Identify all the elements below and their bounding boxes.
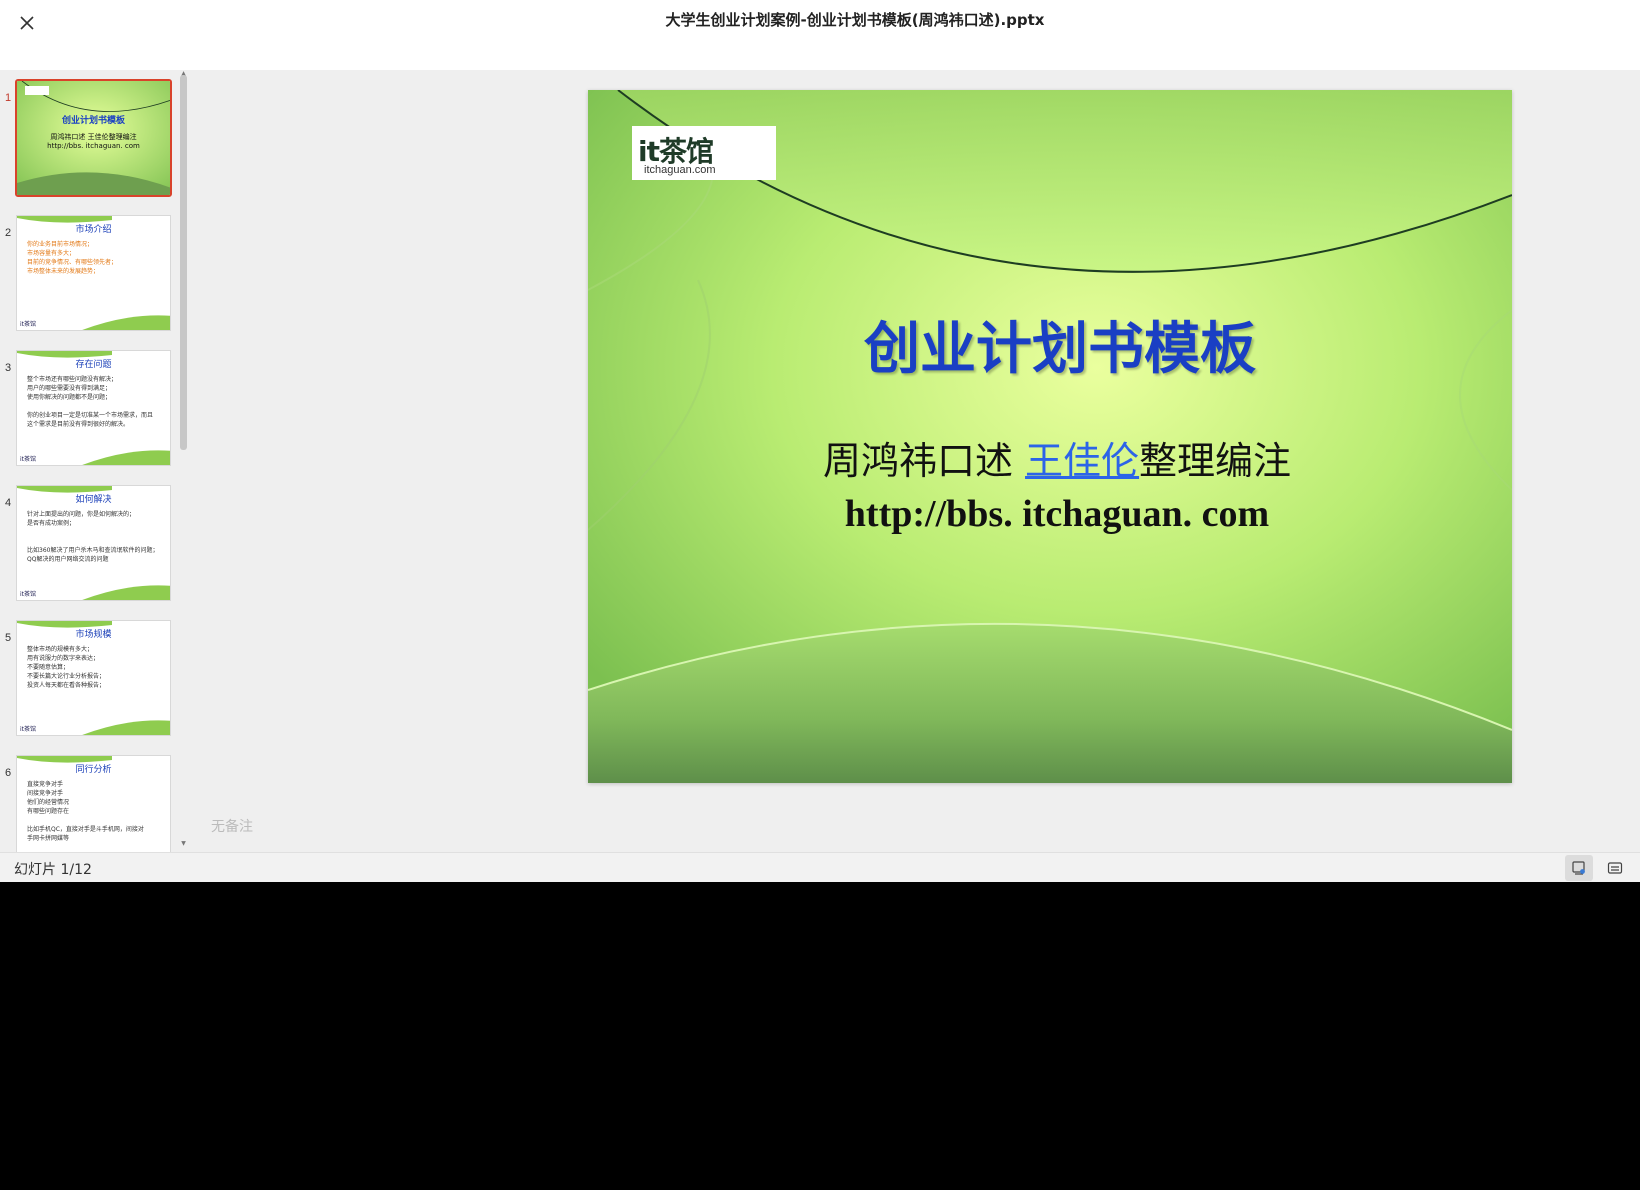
thumbnail-title: 创业计划书模板 <box>61 116 125 126</box>
thumbnail-line: 用户的哪些需要没有得到满足； <box>27 385 112 392</box>
thumbnail-slide[interactable]: 同行分析直接竞争对手 间接竞争对手 他们的经营情况 有哪些问题存在 比如手机QC，直接… <box>16 755 171 852</box>
thumbnail-line: 针对上面提出的问题，你是如何解决的； <box>27 511 136 518</box>
thumbnail-title: 同行分析 <box>75 765 112 775</box>
thumbnail-number: 5 <box>5 632 12 644</box>
thumbnail-logo: it茶馆 <box>20 591 37 598</box>
subtitle-editor-link[interactable]: 王佳伦 <box>1025 439 1139 483</box>
thumbnail-slide[interactable]: 市场介绍你的业务目前市场情况； 市场容量有多大； 目前的竞争情况、有哪些领先者； 市场… <box>16 215 171 331</box>
subtitle-suffix: 整理编注 <box>1139 439 1292 483</box>
thumbnail-number: 3 <box>5 362 12 374</box>
thumbnail-line: 这个需求是目前没有得到很好的解决。 <box>27 421 130 428</box>
thumbnail-text: 针对上面提出的问题，你是如何解决的； 是否有成功案例； 比如360解决了用户杀木马… <box>27 510 164 564</box>
speaker-notes[interactable]: 无备注 <box>211 816 253 836</box>
thumbnail-line: 周鸿祎口述 王佳伦整理编注 <box>50 133 137 141</box>
main-slide[interactable]: it茶馆 itchaguan.com 创业计划书模板 周鸿祎口述 王佳伦整理编注… <box>588 90 1512 783</box>
thumbnail-text: 整体市场的规模有多大； 用有说服力的数字来表达； 不要随意估算； 不要长篇大论行业分析… <box>27 645 164 690</box>
thumbnail-logo: it茶馆 <box>20 456 37 463</box>
thumbnail-line: 你的业务目前市场情况； <box>27 241 94 248</box>
thumbnail-line: 投资人每天都在看各种报告； <box>27 682 106 689</box>
thumbnail-logo: it茶馆 <box>20 321 37 328</box>
thumbnail-line <box>27 816 164 825</box>
notes-view-icon <box>1572 861 1585 875</box>
slide-subtitle: 周鸿祎口述 王佳伦整理编注 <box>588 430 1512 485</box>
thumbnail-line: 市场容量有多大； <box>27 250 76 257</box>
thumbnail-slide[interactable]: 存在问题整个市场还有哪些问题没有解决； 用户的哪些需要没有得到满足； 使用你解决的问… <box>16 350 171 466</box>
thumbnail-line: 有哪些问题存在 <box>27 808 70 815</box>
thumbnail-line <box>27 528 164 537</box>
subtitle-button[interactable] <box>1601 855 1629 881</box>
thumbnail-number: 4 <box>5 497 12 509</box>
thumbnail-line: 整体市场的规模有多大； <box>27 646 94 653</box>
thumbnail-item[interactable]: 2 市场介绍 你的业务目前市场情况； 市场容量有多大； 目前的竞争情况、有哪些领先者；市… <box>0 215 180 335</box>
thumbnail-scrollbar[interactable] <box>180 75 187 450</box>
document-title: 大学生创业计划案例-创业计划书模板(周鸿祎口述).pptx <box>665 11 1045 29</box>
thumbnail-line: 间接竞争对手 <box>27 790 64 797</box>
thumbnail-item[interactable]: 3 存在问题整个市场还有哪些问题没有解决； 用户的哪些需要没有得到满足； 使用你解决的… <box>0 350 180 470</box>
thumbnail-text: 直接竞争对手 间接竞争对手 他们的经营情况 有哪些问题存在 比如手机QC，直接对手是斗… <box>27 780 164 843</box>
thumbnail-text: 周鸿祎口述 王佳伦整理编注 http://bbs. itchaguan. com <box>17 133 170 151</box>
thumbnail-text: 整个市场还有哪些问题没有解决； 用户的哪些需要没有得到满足； 使用你解决的问题都不是… <box>27 375 164 429</box>
thumbnail-title: 存在问题 <box>75 360 112 370</box>
thumbnail-line: 是否有成功案例； <box>27 520 76 527</box>
thumbnail-number: 1 <box>5 92 12 104</box>
logo-url: itchaguan.com <box>644 164 716 176</box>
thumbnail-line: http://bbs. itchaguan. com <box>47 142 140 150</box>
thumbnail-text: 你的业务目前市场情况； 市场容量有多大； 目前的竞争情况、有哪些领先者； 市场整体未来… <box>27 240 164 276</box>
thumbnail-line: 不要长篇大论行业分析报告； <box>27 673 106 680</box>
thumbnail-line: 手网卡拼网媒等 <box>27 835 70 842</box>
thumbnail-number: 6 <box>5 767 12 779</box>
thumbnail-slide[interactable]: 创业计划书模板周鸿祎口述 王佳伦整理编注 http://bbs. itchagua… <box>15 79 172 197</box>
thumbnail-line: 目前的竞争情况、有哪些领先者； <box>27 259 118 266</box>
slide-thumbnail-panel: 1 创业计划书模板 周鸿祎口述 王佳伦整理编注 http://bbs. itchagu… <box>0 70 190 852</box>
slide-url: http://bbs. itchaguan. com <box>844 493 1270 535</box>
scroll-down-arrow[interactable]: ▼ <box>180 840 187 847</box>
thumbnail-line: 直接竞争对手 <box>27 781 64 788</box>
thumbnail-line <box>27 402 164 411</box>
thumbnail-title: 市场介绍 <box>75 225 112 235</box>
thumbnail-line: 比如360解决了用户杀木马和查流氓软件的问题； <box>27 547 159 554</box>
thumbnail-line: 使用你解决的问题都不是问题； <box>27 394 112 401</box>
thumbnail-line: QQ解决的用户网络交流的问题 <box>27 556 109 563</box>
thumbnail-line: 市场整体未来的发展趋势； <box>27 268 100 275</box>
thumbnail-line: 用有说服力的数字来表达； <box>27 655 100 662</box>
thumbnail-line: 比如手机QC，直接对手是斗手机网，间接对 <box>27 826 144 833</box>
thumbnail-item[interactable]: 4 如何解决针对上面提出的问题，你是如何解决的； 是否有成功案例； 比如360解决了… <box>0 485 180 605</box>
slide-title: 创业计划书模板 <box>864 316 1256 382</box>
thumbnail-slide[interactable]: 市场规模整体市场的规模有多大； 用有说服力的数字来表达； 不要随意估算； 不要长篇大论… <box>16 620 171 736</box>
status-bar: 幻灯片 1/12 <box>0 852 1640 882</box>
thumbnail-title: 如何解决 <box>75 495 112 505</box>
subtitle-icon <box>1607 862 1623 874</box>
thumbnail-item[interactable]: 6 同行分析直接竞争对手 间接竞争对手 他们的经营情况 有哪些问题存在 比如手机QC，直… <box>0 755 180 852</box>
thumbnail-item[interactable]: 5 市场规模整体市场的规模有多大； 用有说服力的数字来表达； 不要随意估算； 不要长篇大… <box>0 620 180 740</box>
subtitle-author: 周鸿祎口述 <box>822 439 1026 483</box>
thumbnail-line: 不要随意估算； <box>27 664 70 671</box>
thumbnail-line <box>27 537 164 546</box>
thumbnail-line: 整个市场还有哪些问题没有解决； <box>27 376 118 383</box>
thumbnail-logo: it茶馆 <box>20 726 37 733</box>
thumbnail-title: 市场规模 <box>75 630 112 640</box>
thumbnail-number: 2 <box>5 227 12 239</box>
thumbnail-line: 他们的经营情况 <box>27 799 70 806</box>
slide-logo: it茶馆 itchaguan.com <box>632 126 776 180</box>
notes-view-button[interactable] <box>1565 855 1593 881</box>
header-bar: 大学生创业计划案例-创业计划书模板(周鸿祎口述).pptx <box>0 0 1640 70</box>
thumbnail-item[interactable]: 1 创业计划书模板 周鸿祎口述 王佳伦整理编注 http://bbs. itchagu… <box>0 79 180 200</box>
thumbnail-line: 你的创业项目一定是切准某一个市场需求，而且 <box>27 412 154 419</box>
thumbnail-slide[interactable]: 如何解决针对上面提出的问题，你是如何解决的； 是否有成功案例； 比如360解决了用… <box>16 485 171 601</box>
slide-counter: 幻灯片 1/12 <box>14 862 92 878</box>
presentation-viewer: 大学生创业计划案例-创业计划书模板(周鸿祎口述).pptx 1 创业计划书模板 周鸿… <box>0 0 1640 882</box>
